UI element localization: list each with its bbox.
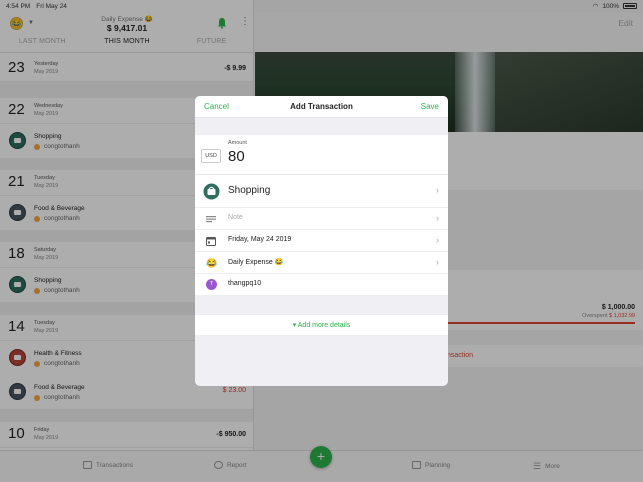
chevron-right-icon: › <box>436 213 439 223</box>
chevron-right-icon: › <box>436 257 439 267</box>
amount-row: USD Amount 80 <box>195 135 448 175</box>
note-icon <box>206 216 216 223</box>
status-time: 4:54 PM <box>6 2 31 10</box>
user-avatar: T <box>206 279 217 290</box>
wallet-value: Daily Expense 😂 <box>228 259 284 266</box>
wallet-emoji-icon: 😂 <box>206 258 218 268</box>
status-bar: 4:54 PM Fri May 24 ◠ 100% <box>0 0 643 12</box>
date-row[interactable]: Friday, May 24 2019 › <box>195 230 448 252</box>
amount-input[interactable]: 80 <box>228 148 245 165</box>
add-more-details-link[interactable]: ▾ Add more details <box>195 321 448 329</box>
currency-selector[interactable]: USD <box>201 149 221 163</box>
amount-label: Amount <box>228 140 247 146</box>
category-value: Shopping <box>228 185 271 196</box>
chevron-right-icon: › <box>436 185 439 195</box>
shopping-category-icon <box>203 183 220 200</box>
add-transaction-dialog: Cancel Add Transaction Save USD Amount 8… <box>195 96 448 386</box>
dialog-title: Add Transaction <box>290 102 353 111</box>
chevron-right-icon: › <box>436 235 439 245</box>
dialog-header: Cancel Add Transaction Save <box>195 96 448 118</box>
transaction-form: USD Amount 80 Shopping › Note › Friday, … <box>195 135 448 296</box>
more-details-row[interactable]: ▾ Add more details <box>195 314 448 336</box>
status-date: Fri May 24 <box>36 2 67 10</box>
battery-percent: 100% <box>602 2 619 10</box>
category-row[interactable]: Shopping › <box>195 175 448 208</box>
battery-icon <box>623 3 637 9</box>
date-value: Friday, May 24 2019 <box>228 236 292 243</box>
note-input[interactable]: Note <box>228 214 243 221</box>
with-user-row[interactable]: T thangpq10 <box>195 274 448 296</box>
calendar-icon <box>206 237 216 246</box>
wifi-icon: ◠ <box>592 3 599 10</box>
note-row[interactable]: Note › <box>195 208 448 230</box>
wallet-row[interactable]: 😂 Daily Expense 😂 › <box>195 252 448 274</box>
user-name: thangpq10 <box>228 280 262 287</box>
save-button[interactable]: Save <box>421 102 439 111</box>
